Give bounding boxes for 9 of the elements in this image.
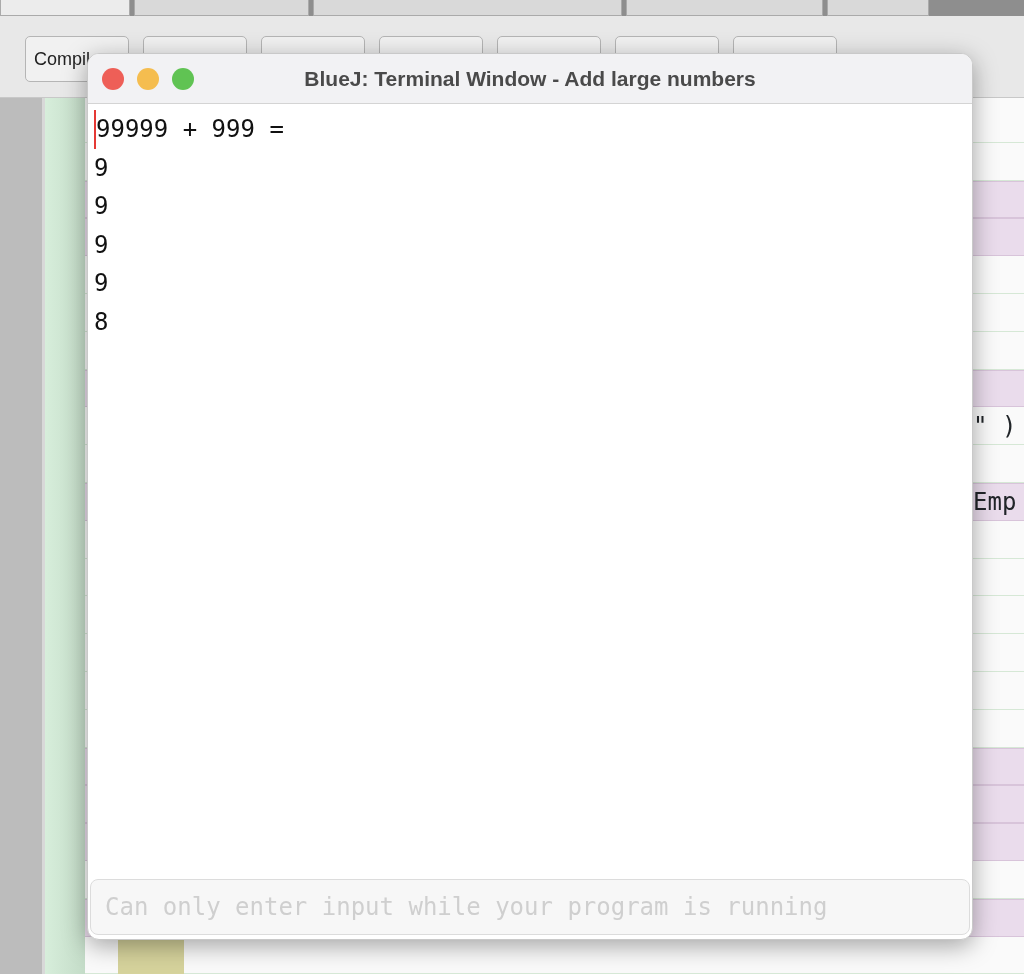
output-line: 8 <box>94 306 109 338</box>
window-title: BlueJ: Terminal Window - Add large numbers <box>304 65 756 92</box>
output-line: 9 <box>94 268 109 299</box>
output-line: 9 <box>94 191 109 222</box>
output-line: 9 <box>94 152 109 184</box>
output-line: 9 <box>94 229 109 261</box>
code-text: Emp <box>973 487 1017 516</box>
code-text: " ) <box>973 412 1017 441</box>
output-line: 99999 + 999 = <box>94 110 284 149</box>
